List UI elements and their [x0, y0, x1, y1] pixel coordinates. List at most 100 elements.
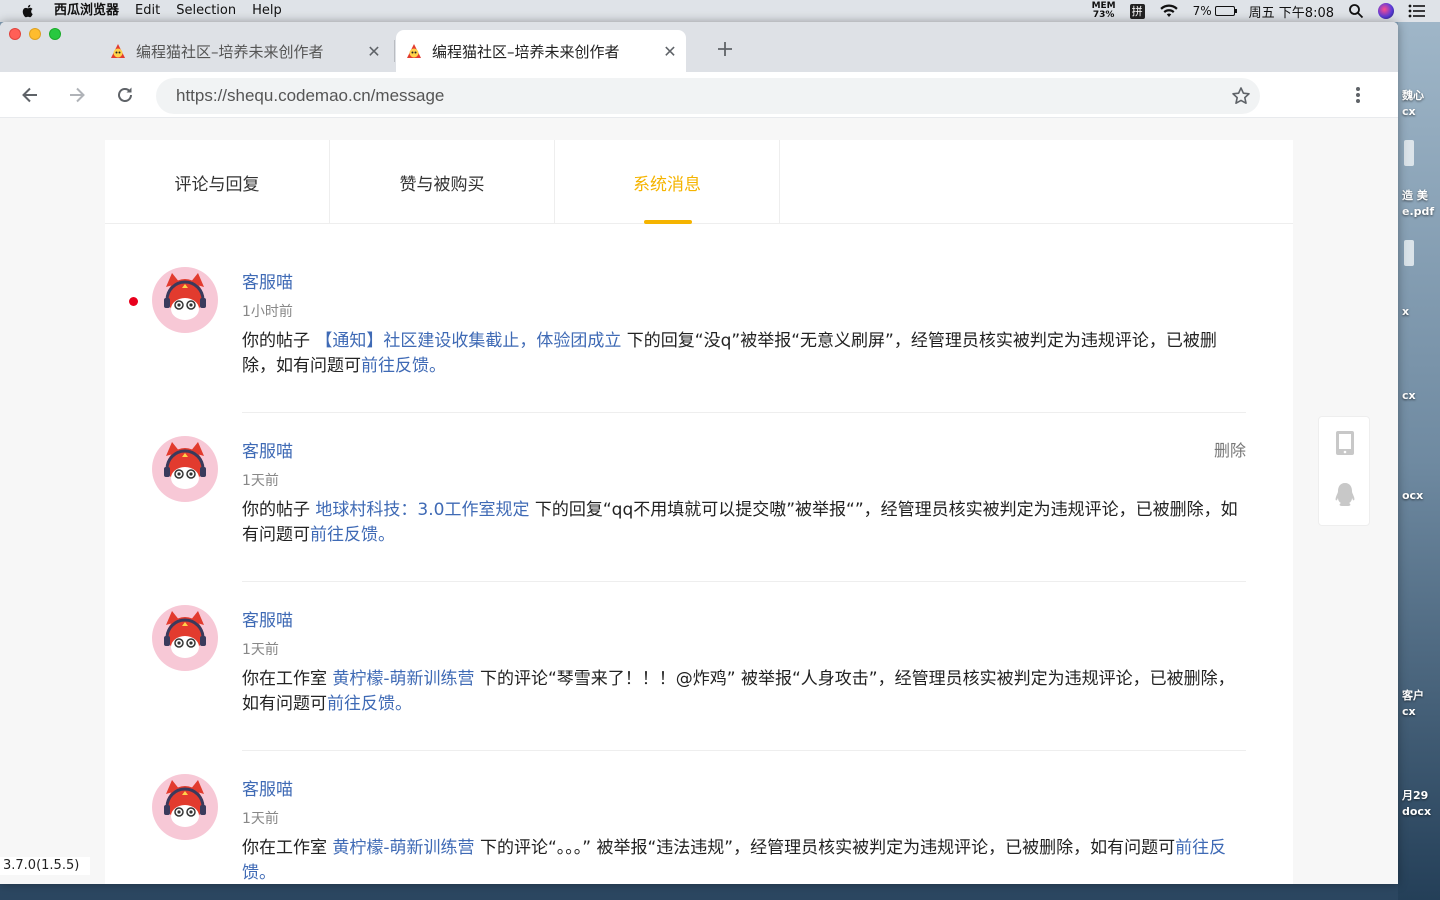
sender-name[interactable]: 客服喵 [242, 437, 293, 462]
window-maximize-button[interactable] [49, 28, 61, 40]
feedback-link[interactable]: 前往反馈。 [310, 525, 395, 545]
desktop-file-label[interactable]: docx [1402, 804, 1431, 819]
feedback-link[interactable]: 前往反馈。 [361, 356, 446, 376]
service-cat-avatar-icon [164, 611, 206, 658]
sender-name[interactable]: 客服喵 [242, 606, 293, 631]
menu-clock[interactable]: 周五 下午8:08 [1249, 2, 1334, 21]
avatar[interactable] [152, 605, 218, 671]
version-label: 3.7.0(1.5.5) [0, 857, 90, 875]
browser-toolbar [0, 72, 1398, 118]
apple-icon[interactable] [20, 3, 36, 19]
message-tabs: 评论与回复 赞与被购买 系统消息 [105, 140, 1293, 224]
new-tab-button[interactable] [712, 36, 738, 62]
browser-window: 编程猫社区–培养未来创作者 ✕ 编程猫社区–培养未来创作者 ✕ https://… [0, 22, 1398, 884]
spotlight-search-icon[interactable] [1348, 3, 1364, 19]
arrow-right-icon [70, 87, 85, 103]
studio-link[interactable]: 黄柠檬-萌新训练营 [332, 838, 474, 858]
battery-status[interactable]: 7% [1192, 4, 1237, 18]
battery-icon [1214, 6, 1237, 16]
memory-monitor[interactable]: MEM 73% [1092, 2, 1116, 20]
unread-dot [129, 297, 138, 306]
message-time: 1天前 [242, 473, 279, 489]
tab-label: 赞与被购买 [399, 174, 485, 195]
post-link[interactable]: 【通知】社区建设收集截止，体验团成立 [315, 331, 621, 351]
menu-help[interactable]: Help [252, 0, 282, 22]
delete-button[interactable]: 删除 [1214, 437, 1246, 461]
tab-likes-purchases[interactable]: 赞与被购买 [330, 140, 555, 224]
bookmark-star-button[interactable] [1228, 83, 1254, 109]
avatar[interactable] [152, 774, 218, 840]
window-minimize-button[interactable] [29, 28, 41, 40]
browser-menu-button[interactable] [1345, 82, 1371, 108]
menu-edit[interactable]: Edit [135, 0, 160, 22]
desktop-file-label[interactable]: 月29 [1402, 788, 1428, 803]
codemao-favicon-icon [111, 44, 125, 58]
list-item: 客服喵 1小时前 你的帖子 【通知】社区建设收集截止，体验团成立 下的回复“没q… [105, 244, 1293, 413]
message-prefix: 你的帖子 [242, 331, 316, 351]
message-time: 1天前 [242, 811, 279, 827]
message-prefix: 你在工作室 [242, 838, 333, 858]
mobile-app-button[interactable] [1333, 429, 1357, 457]
wifi-icon[interactable] [1159, 3, 1179, 19]
list-item: 客服喵 1天前 你在工作室 黄柠檬-萌新训练营 下的评论“琴雪来了！！！@炸鸡”… [105, 582, 1293, 751]
service-cat-avatar-icon [164, 780, 206, 827]
reload-button[interactable] [112, 82, 138, 108]
message-text: 下的评论“。。。” 被举报“违法违规”，经管理员核实被判定为违规评论，已被删除，… [474, 838, 1176, 858]
feedback-link[interactable]: 前往反馈。 [327, 694, 412, 714]
desktop-file-label[interactable]: x [1402, 304, 1409, 319]
more-vertical-icon [1356, 87, 1360, 103]
address-bar[interactable] [156, 78, 1260, 114]
status-area: MEM 73% 拼 7% 周五 下午8:08 [1092, 0, 1440, 22]
tab-close-icon[interactable]: ✕ [658, 39, 682, 63]
message-body: 你的帖子 【通知】社区建设收集截止，体验团成立 下的回复“没q”被举报“无意义刷… [242, 329, 1246, 379]
floating-sidebar [1318, 416, 1370, 526]
active-tab-indicator [644, 220, 692, 224]
notification-center-icon[interactable] [1408, 4, 1426, 18]
window-close-button[interactable] [9, 28, 21, 40]
qq-contact-button[interactable] [1333, 481, 1357, 509]
battery-percent: 7% [1192, 4, 1212, 18]
tab-close-icon[interactable]: ✕ [362, 39, 386, 63]
back-button[interactable] [17, 82, 43, 108]
message-body: 你的帖子 地球村科技：3.0工作室规定 下的回复“qq不用填就可以提交嗷”被举报… [242, 498, 1246, 548]
desktop-file-label[interactable]: ocx [1402, 488, 1423, 503]
desktop-file-label[interactable]: 魏心 [1402, 88, 1424, 103]
forward-button[interactable] [64, 82, 90, 108]
post-link[interactable]: 地球村科技：3.0工作室规定 [315, 500, 529, 520]
desktop-file-label[interactable]: cx [1402, 704, 1416, 719]
memory-value: 73% [1092, 10, 1115, 20]
tablet-icon [1336, 431, 1354, 455]
url-input[interactable] [176, 78, 1216, 114]
reload-icon [118, 87, 132, 102]
desktop-file-label[interactable]: 客户 [1402, 688, 1424, 703]
desktop-file-label[interactable]: 造 美 [1402, 188, 1428, 203]
desktop-file-label[interactable]: cx [1402, 388, 1416, 403]
plus-icon [718, 42, 732, 56]
message-time: 1小时前 [242, 304, 293, 320]
menu-app-name[interactable]: 西瓜浏览器 [54, 0, 119, 22]
desktop-file-icon[interactable] [1404, 140, 1414, 166]
desktop-file-icon[interactable] [1404, 240, 1414, 266]
tab-comments-replies[interactable]: 评论与回复 [105, 140, 330, 224]
desktop-file-label[interactable]: cx [1402, 104, 1416, 119]
input-method-icon[interactable]: 拼 [1129, 3, 1145, 19]
browser-tab-active[interactable]: 编程猫社区–培养未来创作者 ✕ [396, 30, 686, 72]
avatar[interactable] [152, 436, 218, 502]
browser-tab[interactable]: 编程猫社区–培养未来创作者 ✕ [100, 30, 390, 72]
sender-name[interactable]: 客服喵 [242, 775, 293, 800]
tab-label: 评论与回复 [174, 174, 260, 195]
studio-link[interactable]: 黄柠檬-萌新训练营 [332, 669, 474, 689]
list-item: 客服喵 删除 1天前 你的帖子 地球村科技：3.0工作室规定 下的回复“qq不用… [105, 413, 1293, 582]
menu-selection[interactable]: Selection [176, 0, 236, 22]
avatar[interactable] [152, 267, 218, 333]
message-time: 1天前 [242, 642, 279, 658]
message-center-card: 评论与回复 赞与被购买 系统消息 客服喵 1小时前 你的帖子 【通知】社区建设收… [105, 140, 1293, 884]
qq-penguin-icon [1335, 483, 1355, 506]
tab-label: 系统消息 [633, 174, 701, 195]
desktop-file-label[interactable]: e.pdf [1402, 204, 1434, 219]
message-body: 你在工作室 黄柠檬-萌新训练营 下的评论“琴雪来了！！！@炸鸡” 被举报“人身攻… [242, 667, 1246, 717]
siri-icon[interactable] [1378, 3, 1394, 19]
tab-system-messages[interactable]: 系统消息 [555, 140, 780, 224]
sender-name[interactable]: 客服喵 [242, 268, 293, 293]
page-viewport: 评论与回复 赞与被购买 系统消息 客服喵 1小时前 你的帖子 【通知】社区建设收… [0, 118, 1398, 884]
